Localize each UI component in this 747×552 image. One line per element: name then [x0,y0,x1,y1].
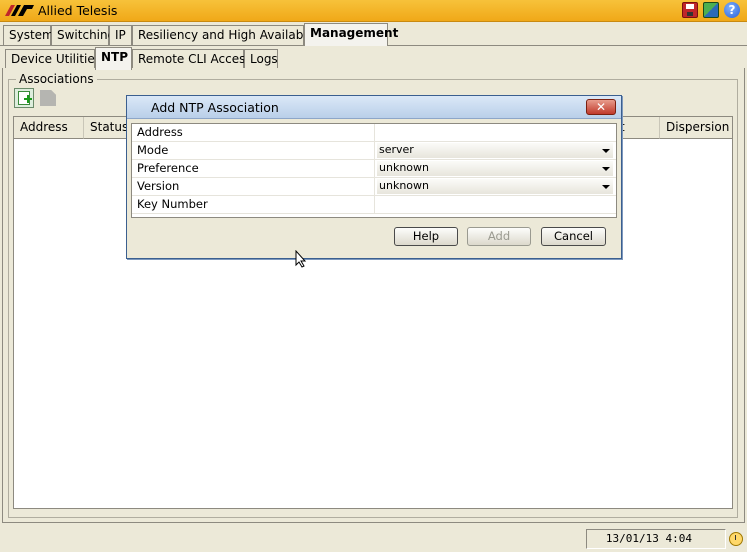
cancel-button[interactable]: Cancel [541,227,606,246]
version-field: unknown [374,178,616,196]
key-number-input[interactable] [374,196,616,214]
add-ntp-association-dialog: Add NTP Association ✕ Address Mode serve… [126,95,622,259]
form-row-version: Version unknown [132,178,616,196]
help-icon[interactable]: ? [724,2,740,18]
preference-value: unknown [379,161,429,174]
field-label-address: Address [132,124,374,142]
sub-tabs: Device Utilities NTP Remote CLI Access L… [0,47,747,70]
tools-icon[interactable] [703,2,719,18]
tab-logs[interactable]: Logs [244,49,278,69]
title-bar: Allied Telesis ? [0,0,747,22]
mode-value: server [379,143,414,156]
mode-select[interactable]: server [377,143,613,158]
field-label-mode: Mode [132,142,374,160]
main-tabs: System Switching IP Resiliency and High … [0,23,747,46]
tab-management[interactable]: Management [304,23,398,46]
clock-icon[interactable] [729,532,743,546]
associations-label: Associations [16,72,97,86]
field-label-key-number: Key Number [132,196,374,214]
version-value: unknown [379,179,429,192]
form-row-mode: Mode server [132,142,616,160]
preference-select[interactable]: unknown [377,161,613,176]
status-bar: 13/01/13 4:04 [0,526,747,552]
column-header-dispersion[interactable]: Dispersion [660,117,732,139]
app-title: Allied Telesis [38,3,118,18]
address-input[interactable] [374,124,616,142]
chevron-down-icon [602,149,610,153]
form-row-preference: Preference unknown [132,160,616,178]
version-select[interactable]: unknown [377,179,613,194]
chevron-down-icon [602,167,610,171]
help-button[interactable]: Help [394,227,458,246]
status-datetime: 13/01/13 4:04 [586,529,726,549]
tab-ntp[interactable]: NTP [95,47,132,70]
add-button[interactable]: Add [467,227,531,246]
allied-telesis-logo-icon [5,5,34,16]
form-row-address: Address [132,124,616,142]
mode-field: server [374,142,616,160]
tab-ip[interactable]: IP [109,25,132,45]
column-header-address[interactable]: Address [14,117,84,139]
tab-switching[interactable]: Switching [51,25,115,45]
tab-device-utilities[interactable]: Device Utilities [5,49,101,69]
chevron-down-icon [602,185,610,189]
field-label-version: Version [132,178,374,196]
close-icon[interactable]: ✕ [586,99,616,115]
dialog-title-bar[interactable]: Add NTP Association ✕ [127,96,621,119]
add-association-icon[interactable] [14,88,34,108]
field-label-preference: Preference [132,160,374,178]
tab-remote-cli-access[interactable]: Remote CLI Access [132,49,252,69]
form-row-key-number: Key Number [132,196,616,214]
save-icon[interactable] [682,2,698,18]
dialog-title: Add NTP Association [151,100,279,115]
mouse-cursor-icon [295,250,307,268]
preference-field: unknown [374,160,616,178]
ntp-association-form: Address Mode server Preference unknown V… [131,123,617,218]
delete-association-icon[interactable] [40,90,56,106]
tab-system[interactable]: System [3,25,54,45]
tab-resiliency[interactable]: Resiliency and High Availability [132,25,325,45]
